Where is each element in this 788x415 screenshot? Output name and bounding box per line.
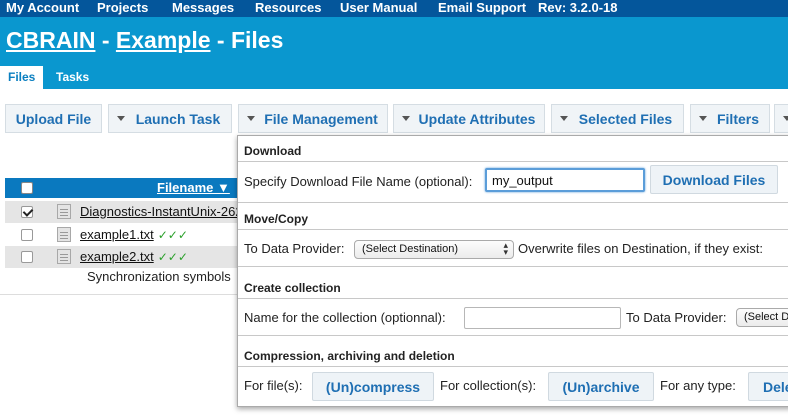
file-link[interactable]: example1.txt ✓✓✓ bbox=[80, 227, 188, 242]
row-checkbox[interactable] bbox=[21, 229, 33, 241]
upload-file-label: Upload File bbox=[15, 110, 92, 127]
file-link[interactable]: example2.txt ✓✓✓ bbox=[80, 249, 188, 264]
menu-projects[interactable]: Projects bbox=[97, 0, 148, 16]
chevron-down-icon bbox=[560, 116, 568, 121]
chevron-down-icon bbox=[117, 116, 125, 121]
more-button[interactable] bbox=[774, 104, 788, 133]
row-checkbox[interactable] bbox=[21, 251, 33, 263]
breadcrumb-current: Files bbox=[230, 27, 284, 53]
collection-provider-label: To Data Provider: bbox=[626, 310, 727, 325]
upload-file-button[interactable]: Upload File bbox=[5, 104, 102, 133]
selected-files-button[interactable]: Selected Files bbox=[551, 104, 684, 133]
file-name: example2.txt bbox=[80, 249, 154, 264]
move-copy-provider-label: To Data Provider: bbox=[244, 241, 345, 256]
breadcrumb-separator: - bbox=[95, 27, 116, 53]
file-icon bbox=[57, 204, 71, 219]
unarchive-label: (Un)archive bbox=[562, 378, 640, 395]
delete-label: Dele bbox=[763, 378, 788, 395]
uncompress-label: (Un)compress bbox=[325, 378, 421, 395]
table-row: example1.txt ✓✓✓ bbox=[5, 224, 245, 246]
section-divider bbox=[238, 202, 788, 203]
file-icon bbox=[57, 249, 71, 264]
section-divider bbox=[238, 266, 788, 267]
section-divider bbox=[238, 298, 788, 299]
create-collection-section-title: Create collection bbox=[244, 281, 341, 295]
uncompress-button[interactable]: (Un)compress bbox=[312, 372, 434, 401]
launch-task-button[interactable]: Launch Task bbox=[108, 104, 232, 133]
filename-column-header[interactable]: Filename ▼ bbox=[157, 180, 230, 195]
table-divider bbox=[0, 294, 240, 295]
sync-status-checks: ✓✓✓ bbox=[157, 228, 188, 242]
download-filename-label: Specify Download File Name (optional): bbox=[244, 174, 473, 189]
chevron-down-icon bbox=[783, 116, 788, 121]
file-icon bbox=[57, 227, 71, 242]
launch-task-label: Launch Task bbox=[135, 110, 221, 127]
tab-bar: Files Tasks bbox=[0, 66, 788, 89]
revision-label: Rev: 3.2.0-18 bbox=[538, 0, 618, 15]
menu-user-manual[interactable]: User Manual bbox=[340, 0, 417, 16]
top-menu-bar: My Account Projects Messages Resources U… bbox=[0, 0, 788, 17]
selected-files-label: Selected Files bbox=[578, 110, 673, 127]
menu-resources[interactable]: Resources bbox=[255, 0, 321, 16]
breadcrumb-cbrain[interactable]: CBRAIN bbox=[6, 27, 95, 53]
table-row: Diagnostics-InstantUnix-262 bbox=[5, 201, 245, 223]
download-files-label: Download Files bbox=[662, 171, 766, 188]
chevron-down-icon bbox=[247, 116, 255, 121]
file-link[interactable]: Diagnostics-InstantUnix-262 bbox=[80, 204, 243, 219]
file-management-button[interactable]: File Management bbox=[238, 104, 388, 133]
file-management-panel: Download Specify Download File Name (opt… bbox=[237, 135, 788, 407]
select-arrows-icon: ▴ ▾ bbox=[503, 240, 508, 257]
section-divider bbox=[238, 335, 788, 336]
unarchive-button[interactable]: (Un)archive bbox=[548, 372, 654, 401]
table-header: Filename ▼ bbox=[5, 178, 245, 198]
tab-files[interactable]: Files bbox=[0, 66, 44, 89]
page-title: CBRAIN - Example - Files bbox=[6, 27, 283, 54]
sync-status-checks: ✓✓✓ bbox=[157, 250, 188, 264]
breadcrumb-separator: - bbox=[210, 27, 231, 53]
update-attributes-button[interactable]: Update Attributes bbox=[393, 104, 545, 133]
file-name: example1.txt bbox=[80, 227, 154, 242]
sync-symbols-note[interactable]: Synchronization symbols bbox=[87, 269, 231, 284]
section-divider bbox=[238, 229, 788, 230]
collection-name-label: Name for the collection (optionnal): bbox=[244, 310, 446, 325]
compression-section-title: Compression, archiving and deletion bbox=[244, 349, 455, 363]
breadcrumb-example[interactable]: Example bbox=[116, 27, 211, 53]
file-name: Diagnostics-InstantUnix-262 bbox=[80, 204, 243, 219]
delete-button[interactable]: Dele bbox=[748, 372, 788, 401]
menu-email-support[interactable]: Email Support bbox=[438, 0, 526, 16]
collection-provider-select-value: (Select D bbox=[744, 311, 788, 323]
section-divider bbox=[238, 366, 788, 367]
update-attributes-label: Update Attributes bbox=[418, 110, 536, 127]
filters-button[interactable]: Filters bbox=[690, 104, 770, 133]
destination-select[interactable]: (Select Destination) ▴ ▾ bbox=[354, 240, 514, 259]
move-copy-section-title: Move/Copy bbox=[244, 212, 309, 226]
table-row: example2.txt ✓✓✓ bbox=[5, 246, 245, 268]
chevron-down-icon bbox=[402, 116, 410, 121]
for-files-label: For file(s): bbox=[244, 378, 303, 393]
download-files-button[interactable]: Download Files bbox=[650, 165, 778, 194]
section-divider bbox=[238, 161, 788, 162]
destination-select-value: (Select Destination) bbox=[362, 243, 458, 255]
row-checkbox[interactable] bbox=[21, 206, 33, 218]
menu-my-account[interactable]: My Account bbox=[6, 0, 79, 16]
download-section-title: Download bbox=[244, 144, 302, 158]
collection-provider-select[interactable]: (Select D bbox=[736, 308, 788, 327]
for-any-type-label: For any type: bbox=[660, 378, 736, 393]
overwrite-label: Overwrite files on Destination, if they … bbox=[518, 241, 763, 256]
select-all-checkbox[interactable] bbox=[21, 182, 33, 194]
file-management-label: File Management bbox=[264, 110, 378, 127]
menu-messages[interactable]: Messages bbox=[172, 0, 234, 16]
filters-label: Filters bbox=[716, 110, 759, 127]
for-collections-label: For collection(s): bbox=[440, 378, 537, 393]
tab-tasks[interactable]: Tasks bbox=[48, 66, 97, 89]
download-filename-input[interactable] bbox=[485, 168, 645, 192]
collection-name-input[interactable] bbox=[464, 307, 621, 329]
chevron-down-icon bbox=[699, 116, 707, 121]
